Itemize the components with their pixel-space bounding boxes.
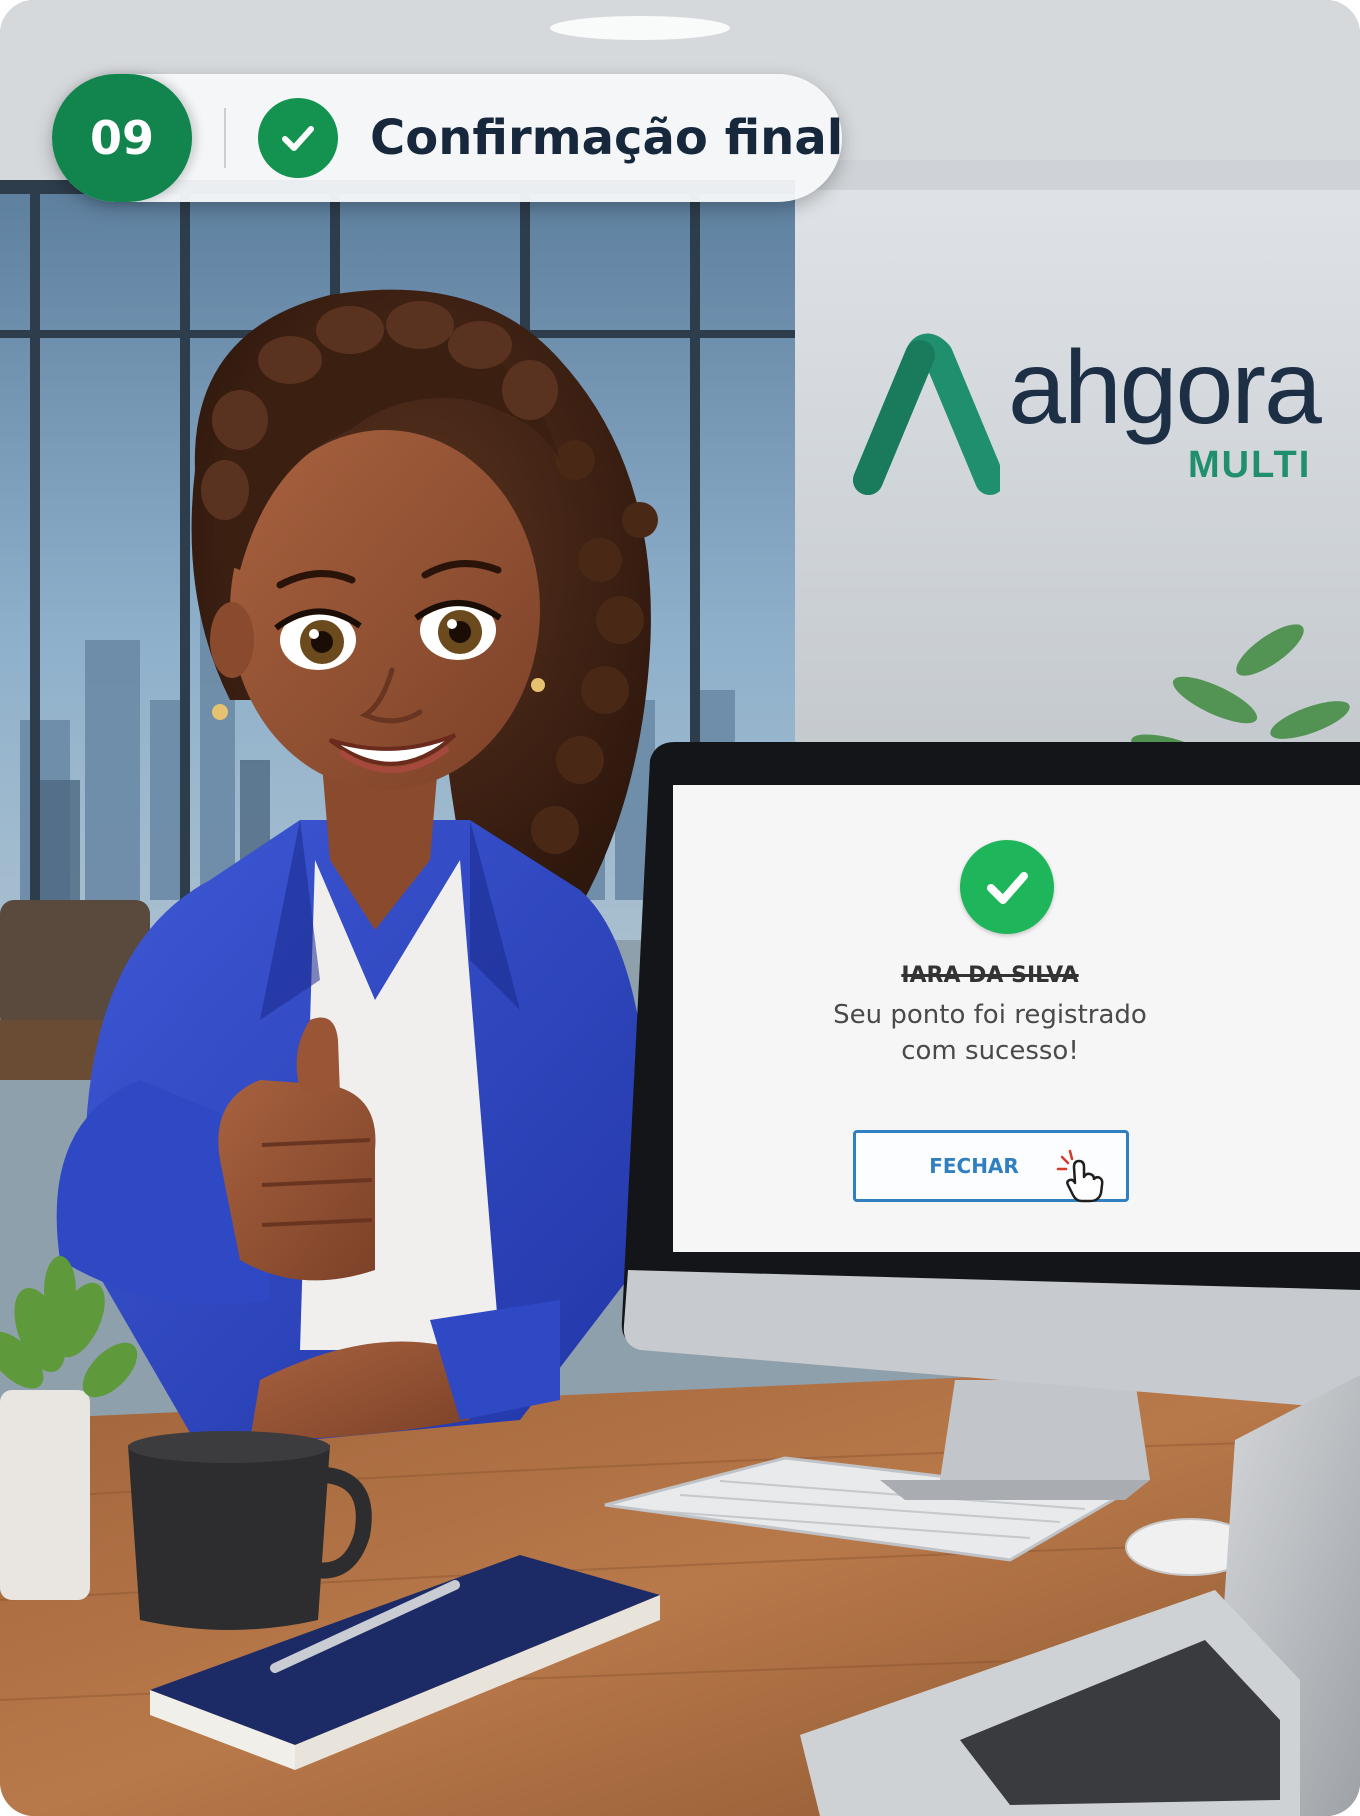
- monitor-screen: IARA DA SILVA Seu ponto foi registrado c…: [673, 785, 1360, 1252]
- success-message-line1: Seu ponto foi registrado: [833, 1000, 1147, 1030]
- check-circle-icon: [258, 98, 338, 178]
- hand-pointer-icon: [1056, 1149, 1104, 1203]
- success-message: Seu ponto foi registrado com sucesso!: [673, 997, 1307, 1069]
- divider: [224, 108, 226, 168]
- close-button[interactable]: FECHAR: [853, 1130, 1129, 1203]
- user-name: IARA DA SILVA: [901, 963, 1079, 988]
- step-header: 09 Confirmação final: [52, 74, 844, 202]
- success-message-line2: com sucesso!: [901, 1036, 1079, 1066]
- step-title: Confirmação final: [370, 110, 844, 166]
- brand-sign: ahgora MULTI: [850, 330, 1330, 500]
- step-number-badge: 09: [52, 74, 192, 202]
- ahgora-logo-icon: [853, 333, 1000, 495]
- brand-subtitle: MULTI: [1188, 444, 1312, 486]
- check-circle-icon: [960, 840, 1054, 934]
- brand-name: ahgora: [1008, 330, 1322, 446]
- close-button-label: FECHAR: [929, 1154, 1019, 1178]
- illustration-scene: 09 Confirmação final ahgora MULTI IARA D…: [0, 0, 1360, 1816]
